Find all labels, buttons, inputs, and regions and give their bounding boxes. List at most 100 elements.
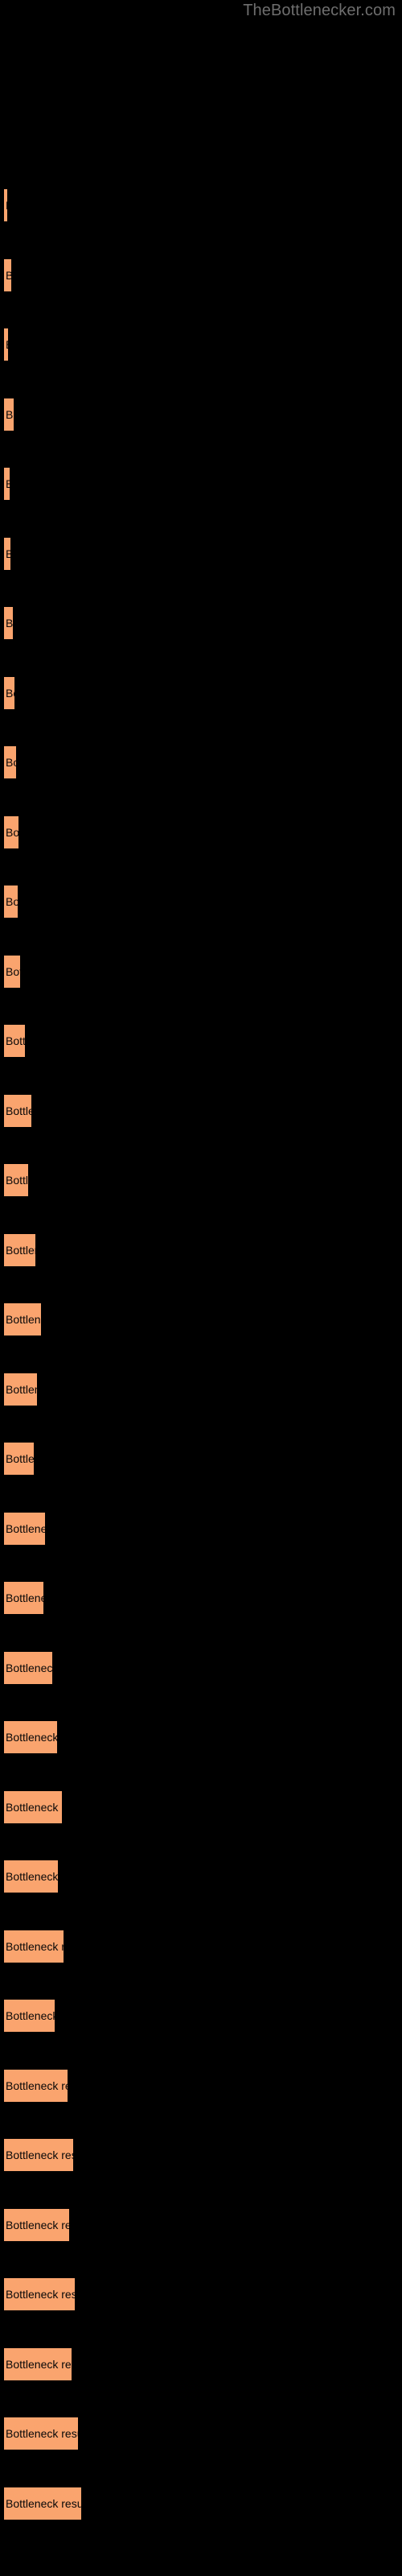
bar-row[interactable]: Bottleneck result	[0, 468, 402, 500]
bar[interactable]: Bottleneck result	[4, 2487, 81, 2520]
bar-row[interactable]: Bottleneck result	[0, 1164, 402, 1196]
bar-row[interactable]: Bottleneck result	[0, 955, 402, 988]
bar[interactable]: Bottleneck result	[4, 258, 11, 291]
bar-row[interactable]: Bottleneck result	[0, 676, 402, 709]
bar-label: Bottleneck result	[6, 1870, 58, 1883]
bar-label: Bottleneck result	[6, 1452, 34, 1465]
bar-label: Bottleneck result	[6, 547, 10, 560]
bar[interactable]: Bottleneck result	[4, 607, 13, 639]
bar-row[interactable]: Bottleneck result	[0, 2417, 402, 2450]
bar[interactable]: Bottleneck result	[4, 1233, 35, 1266]
bar-row[interactable]: Bottleneck result	[0, 1651, 402, 1684]
bar-row[interactable]: Bottleneck result	[0, 2000, 402, 2032]
bar-row[interactable]: Bottleneck result	[0, 2208, 402, 2241]
bar-row[interactable]: Bottleneck result	[0, 1930, 402, 1963]
bar-label: Bottleneck result	[6, 1104, 31, 1117]
bar-row[interactable]: Bottleneck result	[0, 328, 402, 361]
bars-layer: Bottleneck result Bottleneck result Bottle…	[0, 0, 402, 2576]
bar[interactable]: Bottleneck result	[4, 2347, 72, 2380]
bar[interactable]: Bottleneck result	[4, 328, 8, 361]
bar-row[interactable]: Bottleneck result	[0, 398, 402, 431]
bar-row[interactable]: Bottleneck result	[0, 1512, 402, 1545]
bar[interactable]: Bottleneck result	[4, 676, 14, 709]
bar[interactable]: Bottleneck result	[4, 2069, 68, 2102]
bar-row[interactable]: Bottleneck result	[0, 1443, 402, 1475]
bar[interactable]: Bottleneck result	[4, 886, 18, 918]
bar-label: Bottleneck result	[6, 407, 14, 421]
bar-label: Bottleneck result	[6, 756, 16, 769]
bar-label: Bottleneck result	[6, 1521, 45, 1535]
bar[interactable]: Bottleneck result	[4, 815, 18, 848]
bar[interactable]: Bottleneck result	[4, 1443, 34, 1475]
bar[interactable]: Bottleneck result	[4, 537, 10, 570]
bar[interactable]: Bottleneck result	[4, 1721, 57, 1753]
bar-label: Bottleneck result	[6, 2149, 73, 2161]
bar-row[interactable]: Bottleneck result	[0, 815, 402, 848]
bar-label: Bottleneck result	[6, 2357, 72, 2371]
bar-label: Bottleneck result	[6, 1243, 35, 1257]
bar[interactable]: Bottleneck result	[4, 398, 14, 431]
bar[interactable]: Bottleneck result	[4, 1303, 41, 1335]
bar-label: Bottleneck result	[6, 477, 10, 490]
bar-row[interactable]: Bottleneck result	[0, 1373, 402, 1406]
bar-label: Bottleneck result	[6, 964, 20, 978]
bar-label: Bottleneck result	[6, 617, 13, 630]
bar-label: Bottleneck result	[6, 1313, 41, 1326]
bar[interactable]: Bottleneck result	[4, 1373, 37, 1406]
bar-label: Bottleneck result	[6, 2288, 75, 2301]
bar[interactable]: Bottleneck result	[4, 1512, 45, 1545]
bar-label: Bottleneck result	[6, 1661, 52, 1674]
bar-label: Bottleneck result	[6, 1034, 25, 1047]
bar-row[interactable]: Bottleneck result	[0, 258, 402, 291]
bar-row[interactable]: Bottleneck result	[0, 1303, 402, 1335]
bar[interactable]: Bottleneck result	[4, 1790, 62, 1823]
bar[interactable]: Bottleneck result	[4, 1930, 64, 1963]
bar-label: Bottleneck result	[6, 825, 18, 839]
bar-row[interactable]: Bottleneck result	[0, 2139, 402, 2171]
bar[interactable]: Bottleneck result	[4, 2139, 73, 2171]
bar[interactable]: Bottleneck result	[4, 1860, 58, 1893]
bar-row[interactable]: Bottleneck result	[0, 1233, 402, 1266]
bar[interactable]: Bottleneck result	[4, 1094, 31, 1127]
bar-chart-root: TheBottlenecker.com Bottleneck resultBot…	[0, 0, 402, 2576]
bar-row[interactable]: Bottleneck result	[0, 1790, 402, 1823]
bar[interactable]: Bottleneck result	[4, 746, 16, 778]
bar-label: Bottleneck result	[6, 1731, 57, 1744]
bar[interactable]: Bottleneck result	[4, 2278, 75, 2310]
bar-row[interactable]: Bottleneck result	[0, 2278, 402, 2310]
bar-row[interactable]: Bottleneck result	[0, 1860, 402, 1893]
bar-row[interactable]: Bottleneck result	[0, 2347, 402, 2380]
bar[interactable]: Bottleneck result	[4, 955, 20, 988]
bar-label: Bottleneck result	[6, 1591, 43, 1604]
bar[interactable]: Bottleneck result	[4, 1582, 43, 1614]
bar-label: Bottleneck result	[6, 2218, 69, 2231]
bar-row[interactable]: Bottleneck result	[0, 607, 402, 639]
bar[interactable]: Bottleneck result	[4, 189, 7, 221]
bar-row[interactable]: Bottleneck result	[0, 1721, 402, 1753]
bar-row[interactable]: Bottleneck result	[0, 1582, 402, 1614]
bar-label: Bottleneck result	[6, 1800, 62, 1814]
bar-row[interactable]: Bottleneck result	[0, 1094, 402, 1127]
bar-row[interactable]: Bottleneck result	[0, 2069, 402, 2102]
bar-label: Bottleneck result	[6, 339, 8, 350]
bar-label: Bottleneck result	[6, 268, 11, 282]
bar[interactable]: Bottleneck result	[4, 2417, 78, 2450]
bar-row[interactable]: Bottleneck result	[0, 2487, 402, 2520]
bar-label: Bottleneck result	[6, 686, 14, 700]
bar-row[interactable]: Bottleneck result	[0, 746, 402, 778]
bar[interactable]: Bottleneck result	[4, 1164, 28, 1196]
bar-row[interactable]: Bottleneck result	[0, 537, 402, 570]
bar-row[interactable]: Bottleneck result	[0, 886, 402, 918]
bar-label: Bottleneck result	[6, 2079, 68, 2092]
bar-row[interactable]: Bottleneck result	[0, 189, 402, 221]
bar[interactable]: Bottleneck result	[4, 1025, 25, 1057]
bar-label: Bottleneck result	[6, 895, 18, 908]
bar-label: Bottleneck result	[6, 2496, 81, 2510]
bar-row[interactable]: Bottleneck result	[0, 1025, 402, 1057]
bar[interactable]: Bottleneck result	[4, 2208, 69, 2241]
bar[interactable]: Bottleneck result	[4, 2000, 55, 2032]
bar-label: Bottleneck result	[6, 1174, 28, 1187]
bar[interactable]: Bottleneck result	[4, 468, 10, 500]
bar[interactable]: Bottleneck result	[4, 1651, 52, 1684]
bar-label: Bottleneck result	[6, 200, 7, 211]
